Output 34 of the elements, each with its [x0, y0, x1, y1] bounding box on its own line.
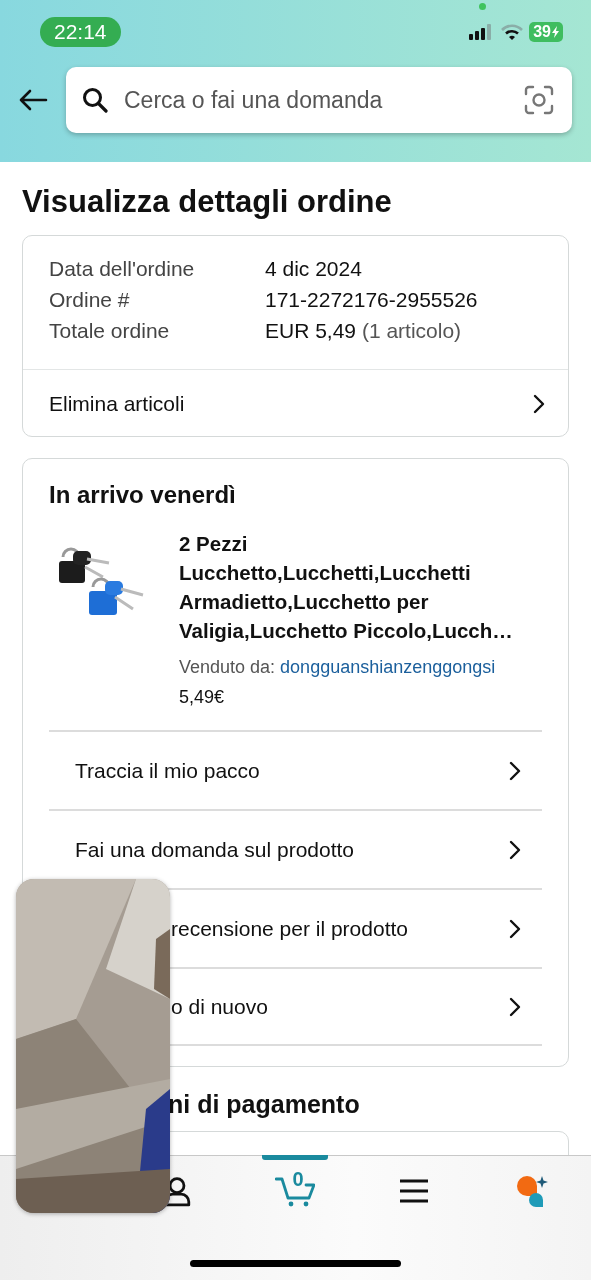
section-heading: ni di pagamento: [168, 1090, 361, 1119]
wifi-icon: [501, 24, 524, 40]
delete-items-row[interactable]: Elimina articoli: [23, 369, 568, 436]
search-field[interactable]: Cerca o fai una domanda: [122, 85, 510, 115]
order-field-value: 171-2272176-2955526: [265, 288, 479, 312]
page-title: Visualizza dettagli ordine: [22, 184, 393, 220]
order-field-label: Totale ordine: [49, 319, 171, 343]
search-bar[interactable]: Cerca o fai una domanda: [66, 67, 572, 133]
search-icon: [82, 87, 108, 113]
product-title[interactable]: 2 Pezzi Lucchetto,Lucchetti,Lucchetti Armadietto,Lucchetto per Valigia,Lucchetto Piccolo,Lucch…: [179, 529, 542, 645]
action-row[interactable]: recensione per il prodotto: [171, 890, 542, 967]
action-row[interactable]: Fai una domanda sul prodotto: [49, 811, 542, 888]
action-row[interactable]: Traccia il mio pacco: [49, 732, 542, 809]
order-field-value: 4 dic 2024: [265, 257, 363, 281]
chevron-right-icon: [508, 760, 522, 781]
order-field-value: EUR 5,49 (1 articolo): [265, 319, 463, 343]
assistant-icon[interactable]: [514, 1174, 549, 1208]
camera-indicator-icon: [479, 3, 487, 10]
delivery-heading: In arrivo venerdì: [49, 481, 237, 509]
back-arrow-icon[interactable]: [18, 89, 48, 111]
chevron-right-icon: [508, 839, 522, 860]
seller-link[interactable]: dongguanshianzenggongsi: [280, 657, 496, 677]
order-field-label: Ordine #: [49, 288, 131, 312]
order-field-label: Data dell'ordine: [49, 257, 196, 281]
product-price: 5,49€: [179, 687, 226, 708]
camera-scan-icon[interactable]: [524, 85, 554, 115]
seller-label: Venduto da:: [179, 657, 276, 677]
battery-indicator: 39: [529, 22, 563, 42]
chevron-right-icon: [532, 394, 546, 414]
chevron-right-icon: [508, 918, 522, 939]
chevron-right-icon: [508, 996, 522, 1017]
cart-count: 0: [292, 1168, 304, 1191]
status-time: 22:14: [40, 17, 121, 47]
action-row[interactable]: o di nuovo: [171, 969, 542, 1044]
